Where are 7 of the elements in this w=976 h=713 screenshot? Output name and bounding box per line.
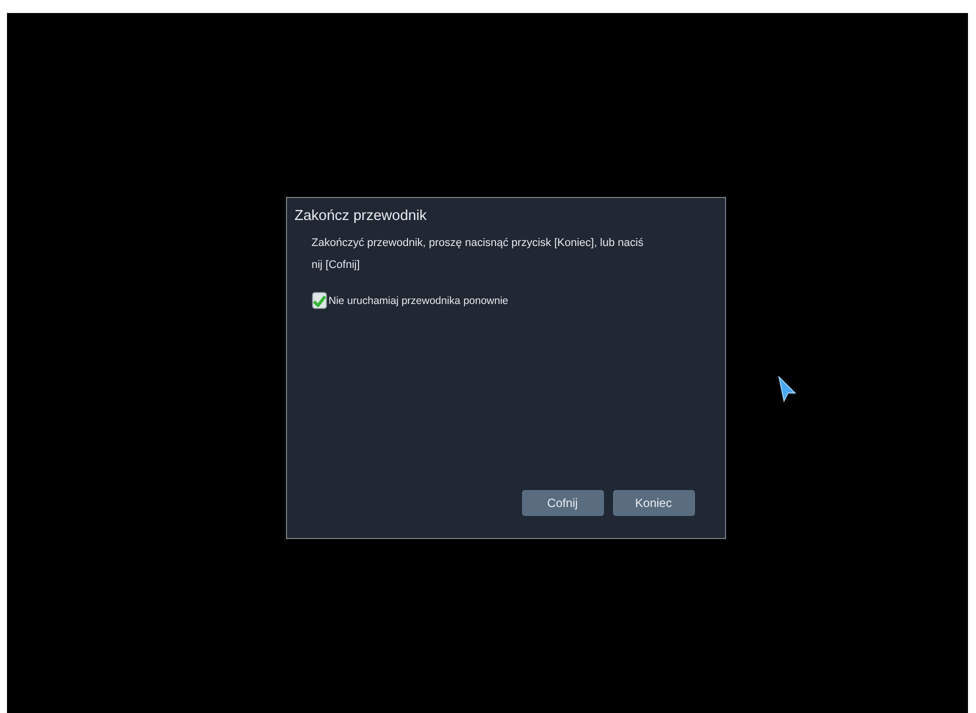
dialog-title: Zakończ przewodnik (294, 208, 428, 224)
dialog-message: Zakończyć przewodnik, proszę nacisnąć przycisk [Koniec], lub naciś nij [Cofnij] (312, 236, 644, 273)
cursor-icon (778, 376, 796, 402)
back-button[interactable]: Cofnij (522, 490, 604, 516)
finish-button[interactable]: Koniec (612, 490, 694, 516)
checkbox-label: Nie uruchamiaj przewodnika ponownie (328, 294, 508, 306)
checkbox[interactable] (312, 292, 326, 309)
